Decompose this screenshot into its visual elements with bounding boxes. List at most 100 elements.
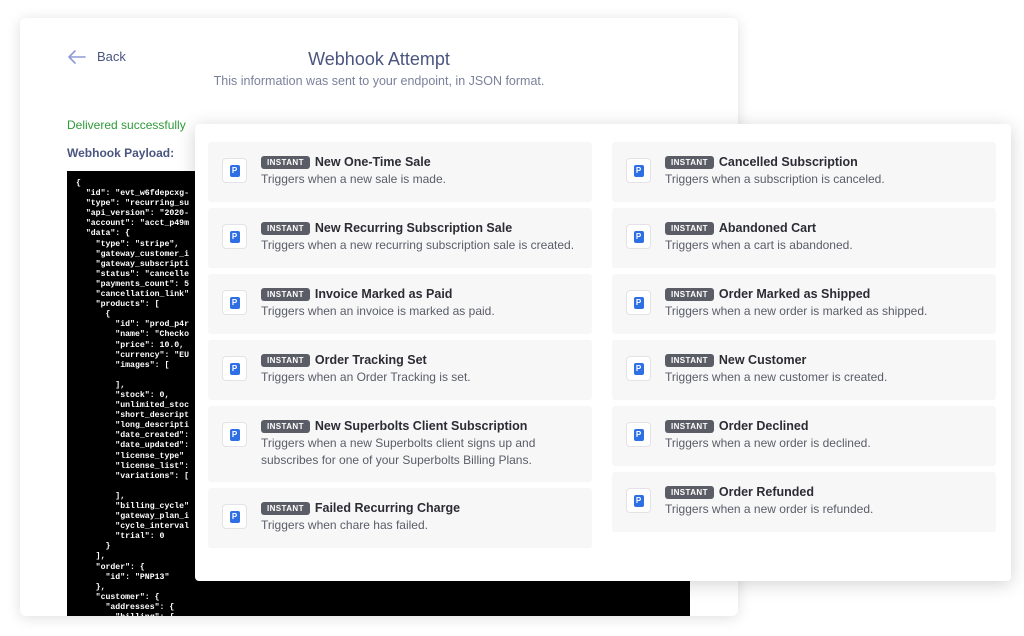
trigger-body: INSTANT Order Tracking Set Triggers when… (261, 353, 580, 386)
trigger-item-invoice-marked-as-paid[interactable]: P INSTANT Invoice Marked as Paid Trigger… (208, 274, 592, 334)
trigger-title-row: INSTANT Order Declined (665, 419, 984, 433)
app-logo-letter: P (633, 296, 644, 309)
trigger-description: Triggers when a new order is declined. (665, 436, 871, 450)
app-logo-icon: P (222, 224, 247, 249)
trigger-body: INSTANT New Recurring Subscription Sale … (261, 221, 580, 254)
app-logo-icon: P (626, 488, 651, 513)
trigger-description: Triggers when a subscription is canceled… (665, 172, 885, 186)
trigger-item-abandoned-cart[interactable]: P INSTANT Abandoned Cart Triggers when a… (612, 208, 996, 268)
payload-label: Webhook Payload: (67, 146, 175, 160)
app-logo-letter: P (633, 362, 644, 375)
instant-badge: INSTANT (261, 155, 310, 169)
instant-badge: INSTANT (665, 485, 714, 499)
trigger-title-row: INSTANT Abandoned Cart (665, 221, 984, 235)
page-subtitle: This information was sent to your endpoi… (213, 74, 545, 88)
trigger-item-failed-recurring-charge[interactable]: P INSTANT Failed Recurring Charge Trigge… (208, 488, 592, 548)
app-logo-icon: P (222, 422, 247, 447)
trigger-body: INSTANT Invoice Marked as Paid Triggers … (261, 287, 580, 320)
trigger-title-row: INSTANT Cancelled Subscription (665, 155, 984, 169)
app-logo-icon: P (626, 158, 651, 183)
trigger-name: Invoice Marked as Paid (314, 287, 453, 301)
app-logo-icon: P (222, 356, 247, 381)
trigger-item-new-superbolts-client-subscription[interactable]: P INSTANT New Superbolts Client Subscrip… (208, 406, 592, 482)
trigger-item-new-one-time-sale[interactable]: P INSTANT New One-Time Sale Triggers whe… (208, 142, 592, 202)
trigger-name: Order Refunded (718, 485, 815, 499)
page-title: Webhook Attempt (308, 49, 450, 69)
trigger-description: Triggers when chare has failed. (261, 518, 428, 532)
delivery-status: Delivered successfully (67, 118, 186, 132)
app-logo-letter: P (229, 296, 240, 309)
trigger-name: Order Tracking Set (314, 353, 427, 367)
trigger-name: Order Declined (718, 419, 809, 433)
trigger-body: INSTANT New Customer Triggers when a new… (665, 353, 984, 386)
instant-badge: INSTANT (665, 287, 714, 301)
trigger-item-new-customer[interactable]: P INSTANT New Customer Triggers when a n… (612, 340, 996, 400)
app-logo-icon: P (222, 158, 247, 183)
trigger-description: Triggers when a new sale is made. (261, 172, 446, 186)
trigger-title-row: INSTANT New Recurring Subscription Sale (261, 221, 580, 235)
app-logo-letter: P (229, 428, 240, 441)
trigger-name: New One-Time Sale (314, 155, 431, 169)
app-logo-icon: P (626, 290, 651, 315)
trigger-description: Triggers when an invoice is marked as pa… (261, 304, 495, 318)
instant-badge: INSTANT (261, 221, 310, 235)
trigger-description: Triggers when an Order Tracking is set. (261, 370, 471, 384)
trigger-item-order-refunded[interactable]: P INSTANT Order Refunded Triggers when a… (612, 472, 996, 532)
trigger-body: INSTANT New One-Time Sale Triggers when … (261, 155, 580, 188)
trigger-name: New Customer (718, 353, 807, 367)
trigger-item-order-tracking-set[interactable]: P INSTANT Order Tracking Set Triggers wh… (208, 340, 592, 400)
instant-badge: INSTANT (261, 287, 310, 301)
trigger-body: INSTANT Order Marked as Shipped Triggers… (665, 287, 984, 320)
trigger-item-new-recurring-subscription-sale[interactable]: P INSTANT New Recurring Subscription Sal… (208, 208, 592, 268)
app-logo-icon: P (222, 290, 247, 315)
trigger-title-row: INSTANT New One-Time Sale (261, 155, 580, 169)
trigger-body: INSTANT Order Declined Triggers when a n… (665, 419, 984, 452)
trigger-title-row: INSTANT Failed Recurring Charge (261, 501, 580, 515)
app-logo-letter: P (229, 362, 240, 375)
trigger-name: Abandoned Cart (718, 221, 817, 235)
app-logo-letter: P (229, 510, 240, 523)
trigger-name: New Recurring Subscription Sale (314, 221, 513, 235)
trigger-description: Triggers when a cart is abandoned. (665, 238, 853, 252)
app-logo-letter: P (633, 428, 644, 441)
trigger-body: INSTANT Failed Recurring Charge Triggers… (261, 501, 580, 534)
instant-badge: INSTANT (261, 353, 310, 367)
trigger-item-order-declined[interactable]: P INSTANT Order Declined Triggers when a… (612, 406, 996, 466)
trigger-item-order-marked-as-shipped[interactable]: P INSTANT Order Marked as Shipped Trigge… (612, 274, 996, 334)
app-logo-icon: P (626, 422, 651, 447)
instant-badge: INSTANT (665, 419, 714, 433)
app-logo-letter: P (229, 230, 240, 243)
trigger-body: INSTANT New Superbolts Client Subscripti… (261, 419, 580, 469)
trigger-title-row: INSTANT New Superbolts Client Subscripti… (261, 419, 580, 433)
trigger-title-row: INSTANT Order Marked as Shipped (665, 287, 984, 301)
triggers-column-right: P INSTANT Cancelled Subscription Trigger… (612, 142, 996, 532)
app-logo-icon: P (626, 224, 651, 249)
trigger-title-row: INSTANT Order Tracking Set (261, 353, 580, 367)
trigger-body: INSTANT Cancelled Subscription Triggers … (665, 155, 984, 188)
trigger-title-row: INSTANT New Customer (665, 353, 984, 367)
instant-badge: INSTANT (665, 353, 714, 367)
trigger-name: New Superbolts Client Subscription (314, 419, 528, 433)
trigger-description: Triggers when a new Superbolts client si… (261, 436, 536, 467)
app-logo-letter: P (633, 494, 644, 507)
instant-badge: INSTANT (665, 221, 714, 235)
instant-badge: INSTANT (261, 419, 310, 433)
trigger-description: Triggers when a new recurring subscripti… (261, 238, 575, 252)
app-logo-icon: P (626, 356, 651, 381)
instant-badge: INSTANT (261, 501, 310, 515)
app-logo-icon: P (222, 504, 247, 529)
trigger-body: INSTANT Order Refunded Triggers when a n… (665, 485, 984, 518)
trigger-title-row: INSTANT Order Refunded (665, 485, 984, 499)
app-logo-letter: P (229, 164, 240, 177)
trigger-item-cancelled-subscription[interactable]: P INSTANT Cancelled Subscription Trigger… (612, 142, 996, 202)
trigger-name: Cancelled Subscription (718, 155, 858, 169)
trigger-body: INSTANT Abandoned Cart Triggers when a c… (665, 221, 984, 254)
trigger-description: Triggers when a new order is marked as s… (665, 304, 928, 318)
trigger-description: Triggers when a new order is refunded. (665, 502, 874, 516)
app-logo-letter: P (633, 164, 644, 177)
trigger-description: Triggers when a new customer is created. (665, 370, 888, 384)
triggers-column-left: P INSTANT New One-Time Sale Triggers whe… (208, 142, 592, 548)
app-logo-letter: P (633, 230, 644, 243)
triggers-panel: P INSTANT New One-Time Sale Triggers whe… (195, 124, 1011, 581)
trigger-title-row: INSTANT Invoice Marked as Paid (261, 287, 580, 301)
